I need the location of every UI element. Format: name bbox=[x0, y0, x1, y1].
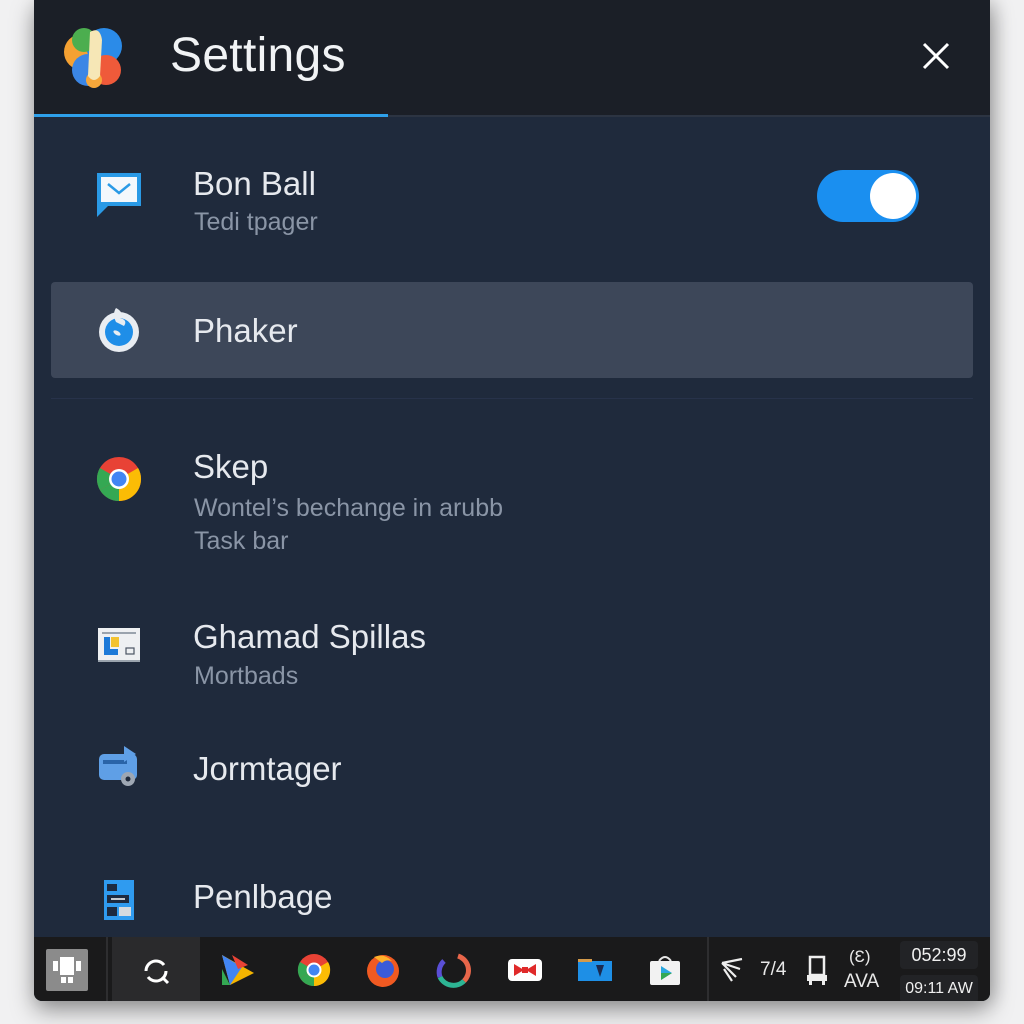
chrome-icon[interactable] bbox=[295, 951, 333, 989]
start-button[interactable] bbox=[46, 949, 88, 991]
start-icon bbox=[53, 957, 81, 983]
active-tab-indicator bbox=[34, 114, 388, 117]
item-sublabel-2: Task bar bbox=[194, 527, 289, 555]
item-label: Penlbage bbox=[193, 878, 333, 915]
language-indicator[interactable]: AVA bbox=[844, 971, 879, 993]
close-icon[interactable] bbox=[916, 36, 956, 76]
bon-ball-toggle[interactable] bbox=[817, 170, 919, 222]
app-logo-icon bbox=[64, 28, 122, 88]
chrome-icon bbox=[96, 457, 142, 502]
settings-item-penlbage[interactable]: Penlbage bbox=[34, 870, 990, 930]
language-icon: (Ɛ) bbox=[849, 947, 871, 966]
settings-item-ghamad-spillas[interactable]: Ghamad Spillas Mortbads bbox=[34, 610, 990, 700]
item-label: Jormtager bbox=[193, 750, 342, 787]
network-icon[interactable] bbox=[718, 955, 746, 985]
taskbar-separator bbox=[106, 937, 108, 1001]
section-divider bbox=[51, 398, 973, 399]
item-label: Bon Ball bbox=[193, 165, 316, 202]
play-triangle-icon[interactable] bbox=[218, 951, 256, 989]
settings-item-jormtager[interactable]: Jormtager bbox=[34, 740, 990, 800]
settings-window: Settings Bon Ball Tedi tpager Phaker Ske… bbox=[34, 0, 990, 1001]
title-bar: Settings bbox=[34, 0, 990, 117]
item-sublabel: Tedi tpager bbox=[194, 208, 318, 236]
tray-separator bbox=[707, 937, 709, 1001]
message-icon bbox=[97, 173, 141, 217]
play-store-icon[interactable] bbox=[646, 951, 684, 989]
bowtie-app-icon[interactable] bbox=[506, 951, 544, 989]
flame-icon bbox=[99, 308, 139, 352]
folder-icon[interactable] bbox=[576, 951, 614, 989]
clock-time-bottom[interactable]: 09:11 AW bbox=[900, 975, 978, 1001]
window-title: Settings bbox=[170, 29, 346, 82]
item-label: Ghamad Spillas bbox=[193, 618, 426, 655]
taskbar: 7/4 (Ɛ) AVA 052:99 09:11 AW bbox=[34, 937, 990, 1001]
item-label: Skep bbox=[193, 448, 269, 485]
toggle-knob bbox=[870, 173, 916, 219]
item-sublabel: Mortbads bbox=[194, 662, 299, 690]
settings-item-skep[interactable]: Skep Wontel’s bechange in arubb Task bar bbox=[34, 440, 990, 570]
settings-item-phaker-content[interactable]: Phaker bbox=[34, 282, 990, 378]
firefox-icon[interactable] bbox=[364, 951, 402, 989]
item-label: Phaker bbox=[193, 312, 298, 349]
search-refresh-icon bbox=[144, 959, 170, 985]
item-sublabel: Wontel’s bechange in arubb bbox=[194, 494, 504, 522]
device-icon[interactable] bbox=[804, 955, 830, 987]
transfer-drive-icon bbox=[99, 746, 137, 786]
ring-app-icon[interactable] bbox=[434, 951, 472, 989]
search-refresh-button[interactable] bbox=[112, 937, 200, 1001]
document-grid-icon bbox=[104, 880, 134, 920]
clock-time-top[interactable]: 052:99 bbox=[900, 941, 978, 969]
battery-readout[interactable]: 7/4 bbox=[760, 959, 786, 981]
settings-item-bon-ball[interactable]: Bon Ball Tedi tpager bbox=[34, 150, 990, 250]
presentation-icon bbox=[98, 628, 140, 662]
